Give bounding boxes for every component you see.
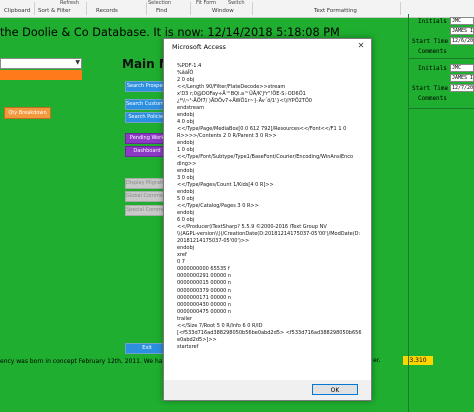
comments-field[interactable]: JAMES I (450, 74, 474, 82)
ribbon-separator (190, 2, 191, 15)
ribbon-group-window: Window (212, 8, 234, 14)
message-line: 0000000291 00000 n (177, 273, 232, 280)
message-line: \\(AGPL-version\\))/CreationDate(D:20181… (177, 231, 361, 238)
ribbon-switch[interactable]: Switch (228, 0, 245, 6)
message-line: ¿*\\~¹-ÄÖf7/ )ÄDÖv7÷ÄWÖ1r~}·Äv´ö/1'}<\\l… (177, 98, 312, 105)
initials-field[interactable]: JMC (450, 64, 474, 72)
ribbon-separator (86, 2, 87, 15)
ribbon-group-clipboard: Clipboard (4, 8, 31, 14)
ribbon-group-records: Records (96, 8, 118, 14)
right-panel-divider (408, 14, 409, 412)
message-line: <</Type/Font/Subtype/Type1/BaseFont/Cour… (177, 154, 354, 161)
qty-breakdown-button[interactable]: Qty Breakdown (4, 107, 51, 119)
message-line: 0000000015 00000 n (177, 280, 232, 287)
message-line: e0abd2d5>]>> (177, 336, 217, 343)
message-dialog: Microsoft Access ✕ %PDF-1.4 %âãÏÓ 2 0 obj <… (163, 38, 372, 401)
message-line: 0000000379 00000 n (177, 287, 232, 294)
message-line: 3 0 obj (177, 175, 195, 182)
ribbon-group-find: Find (156, 8, 168, 14)
message-line: 0000000475 00000 n (177, 308, 232, 315)
close-icon[interactable]: ✕ (351, 39, 371, 53)
status-text-right: er. (373, 357, 381, 364)
ribbon-separator (252, 2, 253, 15)
ribbon-separator (146, 2, 147, 15)
message-line: <</Type/Catalog/Pages 3 0 R>> (177, 203, 259, 210)
dialog-title: Microsoft Access (172, 43, 226, 51)
orange-field[interactable] (0, 70, 82, 80)
message-line: 5 0 obj (177, 196, 195, 203)
ribbon: Selection Refresh Fit Form Switch Clipbo… (0, 0, 474, 18)
right-panel-divider (408, 58, 474, 59)
message-line: %âãÏÓ (177, 70, 194, 77)
message-line: <</Length 90/Filter/FlateDecode>>stream (177, 84, 286, 91)
start-time-label: Start Time (412, 38, 449, 45)
ribbon-group-sort-filter: Sort & Filter (38, 8, 71, 14)
message-line: <</Producer(iTextSharp? 5.5.9 ©2000-2016… (177, 224, 327, 231)
status-text: ency was born in concept February 12th, … (0, 358, 180, 365)
message-line: [<f533d716ad388298050b56be0abd2d5> <f533… (177, 329, 362, 336)
message-line: trailer (177, 315, 192, 322)
initials-label: Initials (418, 65, 447, 72)
message-line: endobj (177, 210, 195, 217)
ribbon-fit-form[interactable]: Fit Form (196, 0, 216, 6)
dialog-message: %PDF-1.4 %âãÏÓ 2 0 obj <</Length 90/Filter/… (177, 63, 367, 351)
comments-label: Comments (418, 48, 447, 55)
message-line: ding>> (177, 161, 197, 168)
start-time-field[interactable]: 12/6/20 (450, 37, 474, 45)
comments-field[interactable]: JAMES I (450, 27, 474, 35)
message-line: 0 7 (177, 259, 185, 266)
comments-label: Comments (418, 95, 447, 102)
message-line: endobj (177, 189, 195, 196)
right-panel-divider (408, 108, 474, 109)
ribbon-group-text-formatting: Text Formatting (314, 8, 357, 14)
message-line: 0000000430 00000 n (177, 301, 232, 308)
start-time-field[interactable]: 12/7/20 (450, 84, 474, 92)
message-line: endobj (177, 245, 195, 252)
start-time-label: Start Time (412, 85, 449, 92)
message-line: <</Type/Pages/Count 1/Kids[4 0 R]>> (177, 182, 274, 189)
message-line: 20181214175037-05'00')>> (177, 238, 250, 245)
message-line: 0000000171 00000 n (177, 294, 232, 301)
ribbon-separator (34, 2, 35, 15)
initials-field[interactable]: JMC (450, 17, 474, 25)
message-line: <</Type/Page/MediaBox[0 0 612 792]/Resou… (177, 126, 347, 133)
ribbon-selection[interactable]: Selection (148, 0, 171, 6)
message-line: 1 0 obj (177, 147, 195, 154)
message-line: 2 0 obj (177, 77, 195, 84)
initials-label: Initials (418, 18, 447, 25)
message-line: xref (177, 252, 187, 259)
ribbon-separator (400, 2, 401, 15)
message-line: <</Size 7/Root 5 0 R/Info 6 0 R/ID (177, 322, 263, 329)
message-line: endstream (177, 105, 204, 112)
dialog-footer: OK (164, 380, 371, 400)
message-line: endobj (177, 168, 195, 175)
search-combo[interactable]: ▼ (0, 58, 82, 69)
ok-button[interactable]: OK (312, 384, 358, 395)
ribbon-refresh[interactable]: Refresh (60, 0, 79, 6)
message-line: 0000000000 65535 f (177, 266, 230, 273)
message-line: endobj (177, 140, 195, 147)
message-line: %PDF-1.4 (177, 63, 202, 69)
message-line: 4 0 obj (177, 119, 195, 126)
message-line: startxref (177, 343, 199, 350)
message-line: R>>>>/Contents 2 0 R/Parent 3 0 R>> (177, 133, 277, 140)
message-line: endobj (177, 112, 195, 119)
chevron-down-icon[interactable]: ▼ (75, 59, 80, 66)
